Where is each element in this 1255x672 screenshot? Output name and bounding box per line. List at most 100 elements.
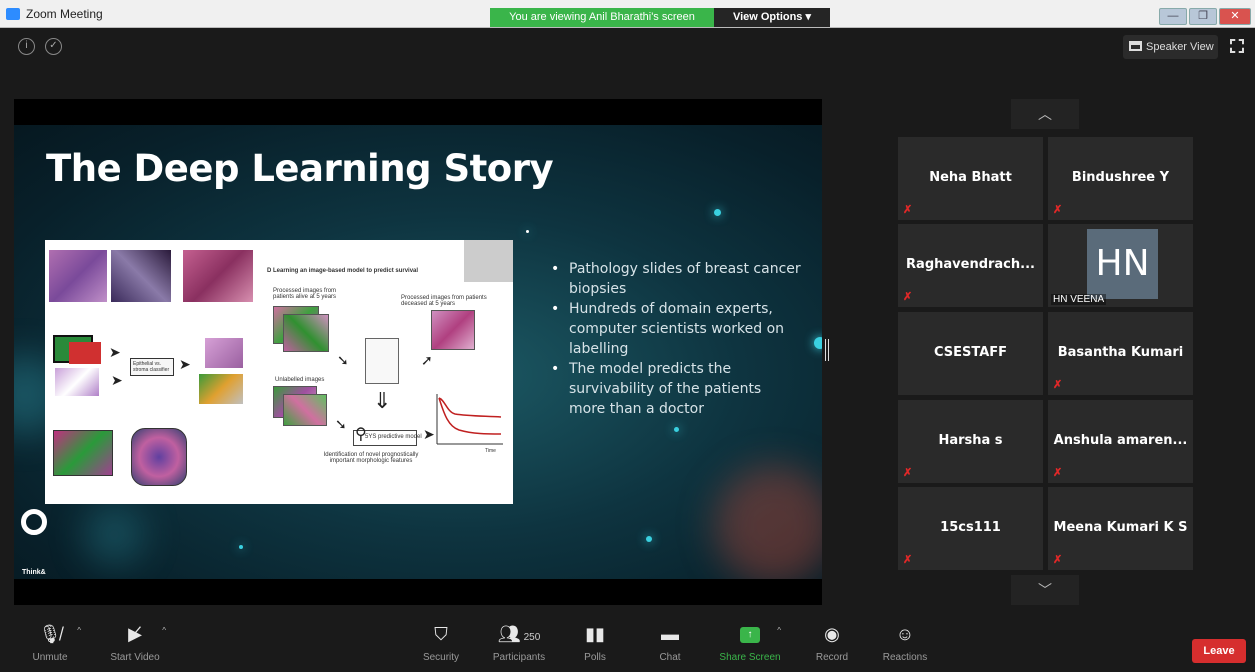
shared-screen: The Deep Learning Story D Learning an im…	[14, 99, 822, 605]
close-icon[interactable]: ✕	[1219, 8, 1251, 25]
muted-mic-icon: ✗	[903, 554, 913, 566]
record-label: Record	[815, 652, 849, 663]
participant-name: Raghavendrach...	[906, 257, 1035, 272]
muted-mic-icon: ✗	[903, 204, 913, 216]
chevron-up-icon[interactable]: ^	[162, 626, 166, 635]
grid-icon	[1129, 41, 1142, 51]
deceased-patient-images	[431, 310, 475, 350]
unmute-button[interactable]: 🎙︎̸ ^ Unmute	[15, 620, 85, 663]
meeting-toolbar: 🎙︎̸ ^ Unmute ▶̸ ^ Start Video ⛉ Security…	[0, 615, 1255, 672]
arrow-icon: ➘	[337, 352, 349, 368]
participant-tile[interactable]: Meena Kumari K S ✗	[1048, 487, 1193, 570]
plot-x-label: Time	[485, 448, 496, 454]
bokeh-dot	[526, 230, 529, 233]
share-screen-button[interactable]: ↑ ^ Share Screen	[715, 620, 785, 663]
scroll-down-button[interactable]: ﹀	[1011, 575, 1079, 605]
speaker-view-button[interactable]: Speaker View	[1123, 35, 1218, 59]
chat-icon: ▬	[661, 624, 679, 644]
chevron-up-icon[interactable]: ^	[777, 626, 781, 635]
shield-icon[interactable]: ✓	[45, 38, 62, 55]
magnifier-icon: ⚲	[355, 426, 367, 443]
chat-button[interactable]: ▬ Chat	[635, 620, 705, 663]
share-screen-icon: ↑	[740, 627, 760, 644]
bullet-item: The model predicts the survivability of …	[551, 359, 801, 419]
presenter-video-thumbnail	[464, 240, 513, 282]
bullet-item: Pathology slides of breast cancer biopsi…	[551, 259, 801, 299]
figure-label-features: Identification of novel prognostically i…	[323, 452, 419, 464]
share-screen-label: Share Screen	[719, 652, 781, 663]
security-label: Security	[422, 652, 460, 663]
smiley-icon: ☺	[895, 624, 915, 644]
slide-title: The Deep Learning Story	[46, 147, 554, 190]
histology-image	[111, 250, 171, 302]
participant-tile[interactable]: 15cs111 ✗	[898, 487, 1043, 570]
muted-mic-icon: ✗	[1053, 204, 1063, 216]
bullet-item: Hundreds of domain experts, computer sci…	[551, 299, 801, 359]
reactions-label: Reactions	[882, 652, 928, 663]
participant-name: Meena Kumari K S	[1053, 520, 1188, 535]
bokeh-dot	[714, 209, 721, 216]
participants-icon: 👥︎ 250	[497, 624, 541, 644]
bokeh-dot	[814, 337, 822, 349]
bokeh-dot	[674, 427, 679, 432]
security-button[interactable]: ⛉ Security	[406, 620, 476, 663]
bar-chart-icon: ▮▮	[585, 624, 605, 644]
presentation-slide: The Deep Learning Story D Learning an im…	[14, 125, 822, 579]
classifier-input-image	[69, 342, 101, 364]
speaker-view-label: Speaker View	[1146, 41, 1214, 53]
record-icon: ◉	[824, 624, 840, 644]
participant-tile[interactable]: Raghavendrach... ✗	[898, 224, 1043, 307]
scroll-up-button[interactable]: ︿	[1011, 99, 1079, 129]
minimize-icon[interactable]: —	[1159, 8, 1187, 25]
participant-tile[interactable]: Bindushree Y ✗	[1048, 137, 1193, 220]
muted-mic-icon: ✗	[1053, 554, 1063, 566]
muted-mic-icon: ✗	[903, 467, 913, 479]
participant-count: 250	[523, 632, 541, 643]
histology-image	[131, 428, 187, 486]
figure-panel-d-title: D Learning an image-based model to predi…	[267, 268, 419, 274]
classified-image	[205, 338, 243, 368]
regression-box	[365, 338, 399, 384]
view-options-button[interactable]: View Options ▾	[714, 8, 830, 27]
alive-patient-images	[283, 314, 329, 352]
panel-splitter-handle[interactable]	[825, 339, 829, 361]
participant-tile[interactable]: Harsha s ✗	[898, 400, 1043, 483]
participant-name: Bindushree Y	[1071, 170, 1170, 185]
start-video-button[interactable]: ▶̸ ^ Start Video	[100, 620, 170, 663]
unmute-label: Unmute	[32, 652, 68, 663]
figure-label-unlabeled: Unlabelled images	[275, 377, 325, 383]
title-bar: Zoom Meeting You are viewing Anil Bharat…	[0, 0, 1255, 28]
participant-tile[interactable]: Neha Bhatt ✗	[898, 137, 1043, 220]
muted-mic-icon: 🎙︎̸	[38, 624, 62, 644]
record-button[interactable]: ◉ Record	[797, 620, 867, 663]
figure-label-alive: Processed images from patients alive at …	[273, 288, 337, 300]
window-title: Zoom Meeting	[26, 7, 103, 21]
info-icon[interactable]: i	[18, 38, 35, 55]
video-off-icon: ▶̸	[128, 624, 142, 644]
participant-name: Anshula amaren...	[1053, 433, 1188, 448]
maximize-icon[interactable]: ❐	[1189, 8, 1217, 25]
arrow-icon: ➚	[421, 352, 433, 368]
reactions-button[interactable]: ☺ Reactions	[870, 620, 940, 663]
participant-tile[interactable]: Basantha Kumari ✗	[1048, 312, 1193, 395]
chevron-up-icon[interactable]: ^	[77, 626, 81, 635]
unlabeled-images	[283, 394, 327, 426]
meeting-info-icons: i ✓	[18, 38, 62, 55]
leave-button[interactable]: Leave	[1192, 639, 1246, 663]
polls-label: Polls	[584, 652, 606, 663]
shield-icon: ⛉	[434, 624, 448, 644]
classifier-input-image	[55, 368, 99, 396]
classified-image	[199, 374, 243, 404]
polls-button[interactable]: ▮▮ Polls	[560, 620, 630, 663]
fullscreen-icon[interactable]	[1230, 39, 1244, 53]
participants-label: Participants	[492, 652, 546, 663]
participants-button[interactable]: 👥︎ 250 Participants	[484, 620, 554, 663]
participant-tile[interactable]: CSESTAFF	[898, 312, 1043, 395]
participant-tile[interactable]: HN HN VEENA	[1048, 224, 1193, 307]
arrow-icon: ➤	[109, 344, 121, 360]
bokeh-glow	[84, 505, 144, 565]
participant-tile[interactable]: Anshula amaren... ✗	[1048, 400, 1193, 483]
bokeh-dot	[646, 536, 652, 542]
survival-curve	[438, 397, 502, 418]
muted-mic-icon: ✗	[1053, 467, 1063, 479]
